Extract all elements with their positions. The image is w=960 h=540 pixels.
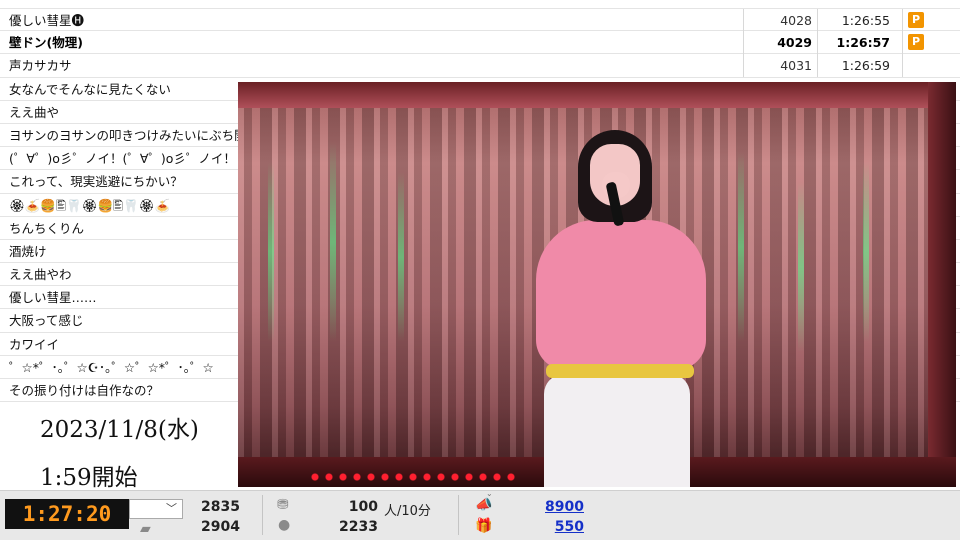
divider [262,495,263,535]
comment-number: 4031 [743,54,817,78]
megaphone-icon: 📣 [475,497,493,513]
collapse-arrow-icon[interactable]: ⌄ [486,489,493,498]
ad-points-link[interactable]: 8900 [520,499,584,515]
visitor-icon: ⛃ [277,497,289,513]
stage-light-streak [798,182,804,352]
divider [458,495,459,535]
stage-light-streak [738,152,744,342]
status-bar: 1:27:20 ﹀ ▰ 2835 2904 ⛃ ● 100 人/10分 2233… [0,489,960,540]
stage-top-band [238,82,956,108]
comment-number: 4028 [743,9,817,32]
comment-row[interactable]: 優しい彗星🅗 4028 1:26:55 P [0,8,960,32]
video-player[interactable] [238,82,956,487]
comment-row[interactable]: 壁ドン(物理) 4029 1:26:57 P [0,31,960,55]
stage-light-streak [863,162,869,342]
stage-light-streak [398,172,404,342]
performer-belt [546,364,694,378]
comment-time: 1:26:55 [817,9,903,32]
gift-icon: 🎁 [475,518,493,534]
gift-points-link[interactable]: 550 [520,519,584,535]
chevron-down-icon: ﹀ [166,502,177,515]
viewer-count: 100 [348,499,378,515]
stage-light-streak [330,142,336,342]
comment-text: 優しい彗星🅗 [9,13,85,28]
date-overlay: 2023/11/8(水) 1:59開始 [0,404,238,491]
clock-dropdown[interactable]: ﹀ [129,499,183,519]
stage-lights [308,473,518,481]
comment-time: 1:26:59 [817,54,903,78]
premium-badge: P [908,12,924,28]
comment-text: 声カサカサ [9,58,72,74]
stage-side-curtain [928,82,956,487]
broadcast-date: 2023/11/8(水) [40,417,199,443]
stage-light-streak [268,162,274,342]
comment-icon: ▰ [140,521,151,537]
comment-number: 4029 [743,31,817,55]
performer-jacket [536,220,706,370]
comment-time: 1:26:57 [817,31,903,55]
comment-count-a: 2835 [201,499,240,515]
viewer-unit: 人/10分 [384,504,431,519]
premium-badge: P [908,34,924,51]
performer-pants [544,374,690,487]
comment-row[interactable]: 声カサカサ 4031 1:26:59 [0,54,960,78]
broadcast-start-time: 1:59開始 [40,465,138,491]
member-icon: ● [278,517,291,533]
elapsed-time: 1:27:20 [5,499,129,529]
comment-count-b: 2904 [201,519,240,535]
member-count: 2233 [339,519,378,535]
comment-text: 壁ドン(物理) [9,35,83,51]
